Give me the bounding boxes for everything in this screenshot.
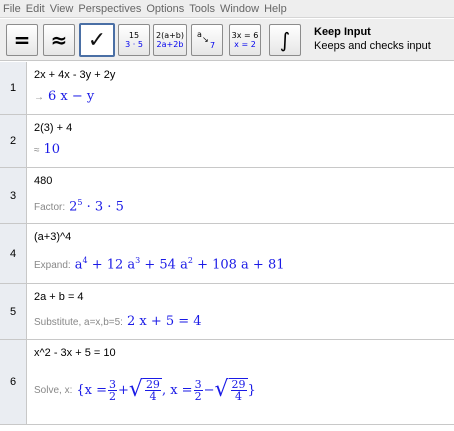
cas-cell[interactable]: 2a + b = 4 Substitute, a=x,b=5: 2 x + 5 … <box>34 284 454 339</box>
command-label: Substitute, a=x,b=5: <box>34 317 123 328</box>
tool-description: Keeps and checks input <box>314 40 431 52</box>
row-input[interactable]: 2a + b = 4 <box>34 291 84 303</box>
menu-tools[interactable]: Tools <box>189 3 215 15</box>
arrow-icon: → <box>34 92 44 103</box>
cas-cell[interactable]: x^2 - 3x + 5 = 10 Solve, x: {x = 32 + √ 2… <box>34 340 454 424</box>
row-result: 6 x − y <box>48 89 95 104</box>
row-result: {x = 32 + √ 29 4 , x = 32 − √ 29 4 } <box>76 377 256 403</box>
evaluate-button[interactable]: = <box>6 24 38 56</box>
row-output: Solve, x: {x = 32 + √ 29 4 , x = 32 − √ 29 4… <box>34 378 256 402</box>
command-label: Solve, x: <box>34 384 73 396</box>
cas-row[interactable]: 5 2a + b = 4 Substitute, a=x,b=5: 2 x + … <box>0 284 454 340</box>
row-number[interactable]: 3 <box>0 168 27 223</box>
row-result: 2 x + 5 = 4 <box>126 314 202 329</box>
toolbar: = ≈ ✓ 15 3 · 5 2(a+b) 2a+2b a ↘ 7 3x = 6… <box>0 19 454 61</box>
menu-window[interactable]: Window <box>220 3 259 15</box>
row-result: 10 <box>43 142 61 157</box>
substitute-icon: a ↘ 7 <box>197 30 216 50</box>
menu-view[interactable]: View <box>50 3 74 15</box>
tool-title: Keep Input <box>314 26 371 38</box>
row-result: a4 + 12 a3 + 54 a2 + 108 a + 81 <box>74 256 285 273</box>
row-number[interactable]: 6 <box>0 340 27 424</box>
solve-icon: 3x = 6 x = 2 <box>231 31 259 49</box>
row-input[interactable]: 2x + 4x - 3y + 2y <box>34 69 115 81</box>
menu-perspectives[interactable]: Perspectives <box>78 3 141 15</box>
row-input[interactable]: 480 <box>34 175 52 187</box>
menu-options[interactable]: Options <box>146 3 184 15</box>
approx-icon: ≈ <box>50 28 68 52</box>
expand-icon: 2(a+b) 2a+2b <box>155 31 184 49</box>
menu-edit[interactable]: Edit <box>26 3 45 15</box>
numeric-button[interactable]: ≈ <box>43 24 75 56</box>
command-label: Expand: <box>34 260 71 272</box>
command-label: Factor: <box>34 202 66 214</box>
row-output: Substitute, a=x,b=5: 2 x + 5 = 4 <box>34 314 202 329</box>
menu-help[interactable]: Help <box>264 3 287 15</box>
solve-button[interactable]: 3x = 6 x = 2 <box>229 24 261 56</box>
integral-button[interactable]: ∫ <box>269 24 301 56</box>
menu-file[interactable]: File <box>3 3 21 15</box>
keep-input-button[interactable]: ✓ <box>79 23 115 57</box>
row-number[interactable]: 4 <box>0 224 27 283</box>
row-input[interactable]: 2(3) + 4 <box>34 122 72 134</box>
row-output: → 6 x − y <box>34 89 94 104</box>
approx-icon: ≈ <box>34 145 40 156</box>
equals-icon: = <box>13 28 31 52</box>
cas-rows: 1 2x + 4x - 3y + 2y → 6 x − y 2 2(3) + 4… <box>0 62 454 425</box>
row-input[interactable]: x^2 - 3x + 5 = 10 <box>34 347 116 359</box>
check-icon: ✓ <box>87 27 107 53</box>
row-output: Expand: a4 + 12 a3 + 54 a2 + 108 a + 81 <box>34 256 285 272</box>
integral-icon: ∫ <box>279 28 291 52</box>
cas-cell[interactable]: 480 Factor: 25 · 3 · 5 <box>34 168 454 223</box>
row-number[interactable]: 5 <box>0 284 27 339</box>
factor-icon: 15 3 · 5 <box>125 31 143 49</box>
cas-row[interactable]: 3 480 Factor: 25 · 3 · 5 <box>0 168 454 224</box>
cas-row[interactable]: 6 x^2 - 3x + 5 = 10 Solve, x: {x = 32 + … <box>0 340 454 425</box>
cas-row[interactable]: 4 (a+3)^4 Expand: a4 + 12 a3 + 54 a2 + 1… <box>0 224 454 284</box>
row-input[interactable]: (a+3)^4 <box>34 231 71 243</box>
substitute-button[interactable]: a ↘ 7 <box>191 24 223 56</box>
row-number[interactable]: 2 <box>0 115 27 167</box>
menu-bar: File Edit View Perspectives Options Tool… <box>0 0 454 18</box>
expand-button[interactable]: 2(a+b) 2a+2b <box>153 24 187 56</box>
cas-cell[interactable]: (a+3)^4 Expand: a4 + 12 a3 + 54 a2 + 108… <box>34 224 454 283</box>
row-output: Factor: 25 · 3 · 5 <box>34 198 124 214</box>
row-output: ≈ 10 <box>34 142 60 157</box>
row-result: 25 · 3 · 5 <box>69 198 124 215</box>
cas-row[interactable]: 1 2x + 4x - 3y + 2y → 6 x − y <box>0 62 454 115</box>
cas-cell[interactable]: 2(3) + 4 ≈ 10 <box>34 115 454 167</box>
factor-button[interactable]: 15 3 · 5 <box>118 24 150 56</box>
row-number[interactable]: 1 <box>0 62 27 114</box>
cas-cell[interactable]: 2x + 4x - 3y + 2y → 6 x − y <box>34 62 454 114</box>
cas-row[interactable]: 2 2(3) + 4 ≈ 10 <box>0 115 454 168</box>
